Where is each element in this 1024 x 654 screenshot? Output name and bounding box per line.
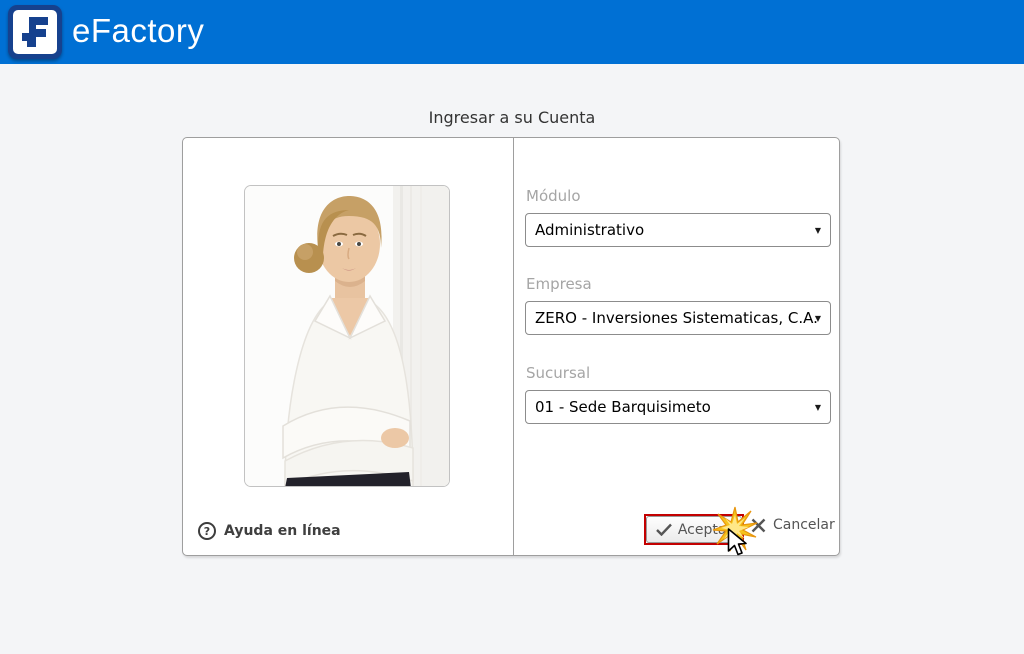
accept-click-highlight: Aceptar xyxy=(644,514,744,545)
accept-label: Aceptar xyxy=(677,521,733,538)
empresa-label: Empresa xyxy=(526,275,592,293)
app-header: eFactory xyxy=(0,0,1024,64)
cancel-label: Cancelar xyxy=(773,517,835,533)
modulo-select[interactable]: Administrativo ▼ xyxy=(525,213,831,247)
page-title: Ingresar a su Cuenta xyxy=(428,108,596,127)
chevron-down-icon: ▼ xyxy=(814,403,821,412)
login-card: ? Ayuda en línea Módulo Administrativo ▼… xyxy=(182,137,840,556)
empresa-select[interactable]: ZERO - Inversiones Sistematicas, C.A. ▼ xyxy=(525,301,831,335)
x-icon xyxy=(751,518,766,533)
efactory-logo[interactable] xyxy=(8,5,62,59)
help-link[interactable]: ? Ayuda en línea xyxy=(198,522,341,540)
card-divider xyxy=(513,138,514,555)
accept-button[interactable]: Aceptar xyxy=(646,516,742,543)
help-label: Ayuda en línea xyxy=(224,523,341,539)
woman-portrait-photo xyxy=(244,185,450,487)
sucursal-select[interactable]: 01 - Sede Barquisimeto ▼ xyxy=(525,390,831,424)
app-title: eFactory xyxy=(72,12,205,49)
modulo-label: Módulo xyxy=(526,187,581,205)
question-circle-icon: ? xyxy=(198,522,216,540)
empresa-value: ZERO - Inversiones Sistematicas, C.A. xyxy=(535,309,818,327)
modulo-value: Administrativo xyxy=(535,221,645,239)
check-icon xyxy=(655,523,672,536)
sucursal-label: Sucursal xyxy=(526,364,591,382)
efactory-f-logo-icon xyxy=(13,10,57,54)
chevron-down-icon: ▼ xyxy=(814,226,821,235)
chevron-down-icon: ▼ xyxy=(814,314,821,323)
sucursal-value: 01 - Sede Barquisimeto xyxy=(535,398,711,416)
cancel-button[interactable]: Cancelar xyxy=(751,517,835,533)
